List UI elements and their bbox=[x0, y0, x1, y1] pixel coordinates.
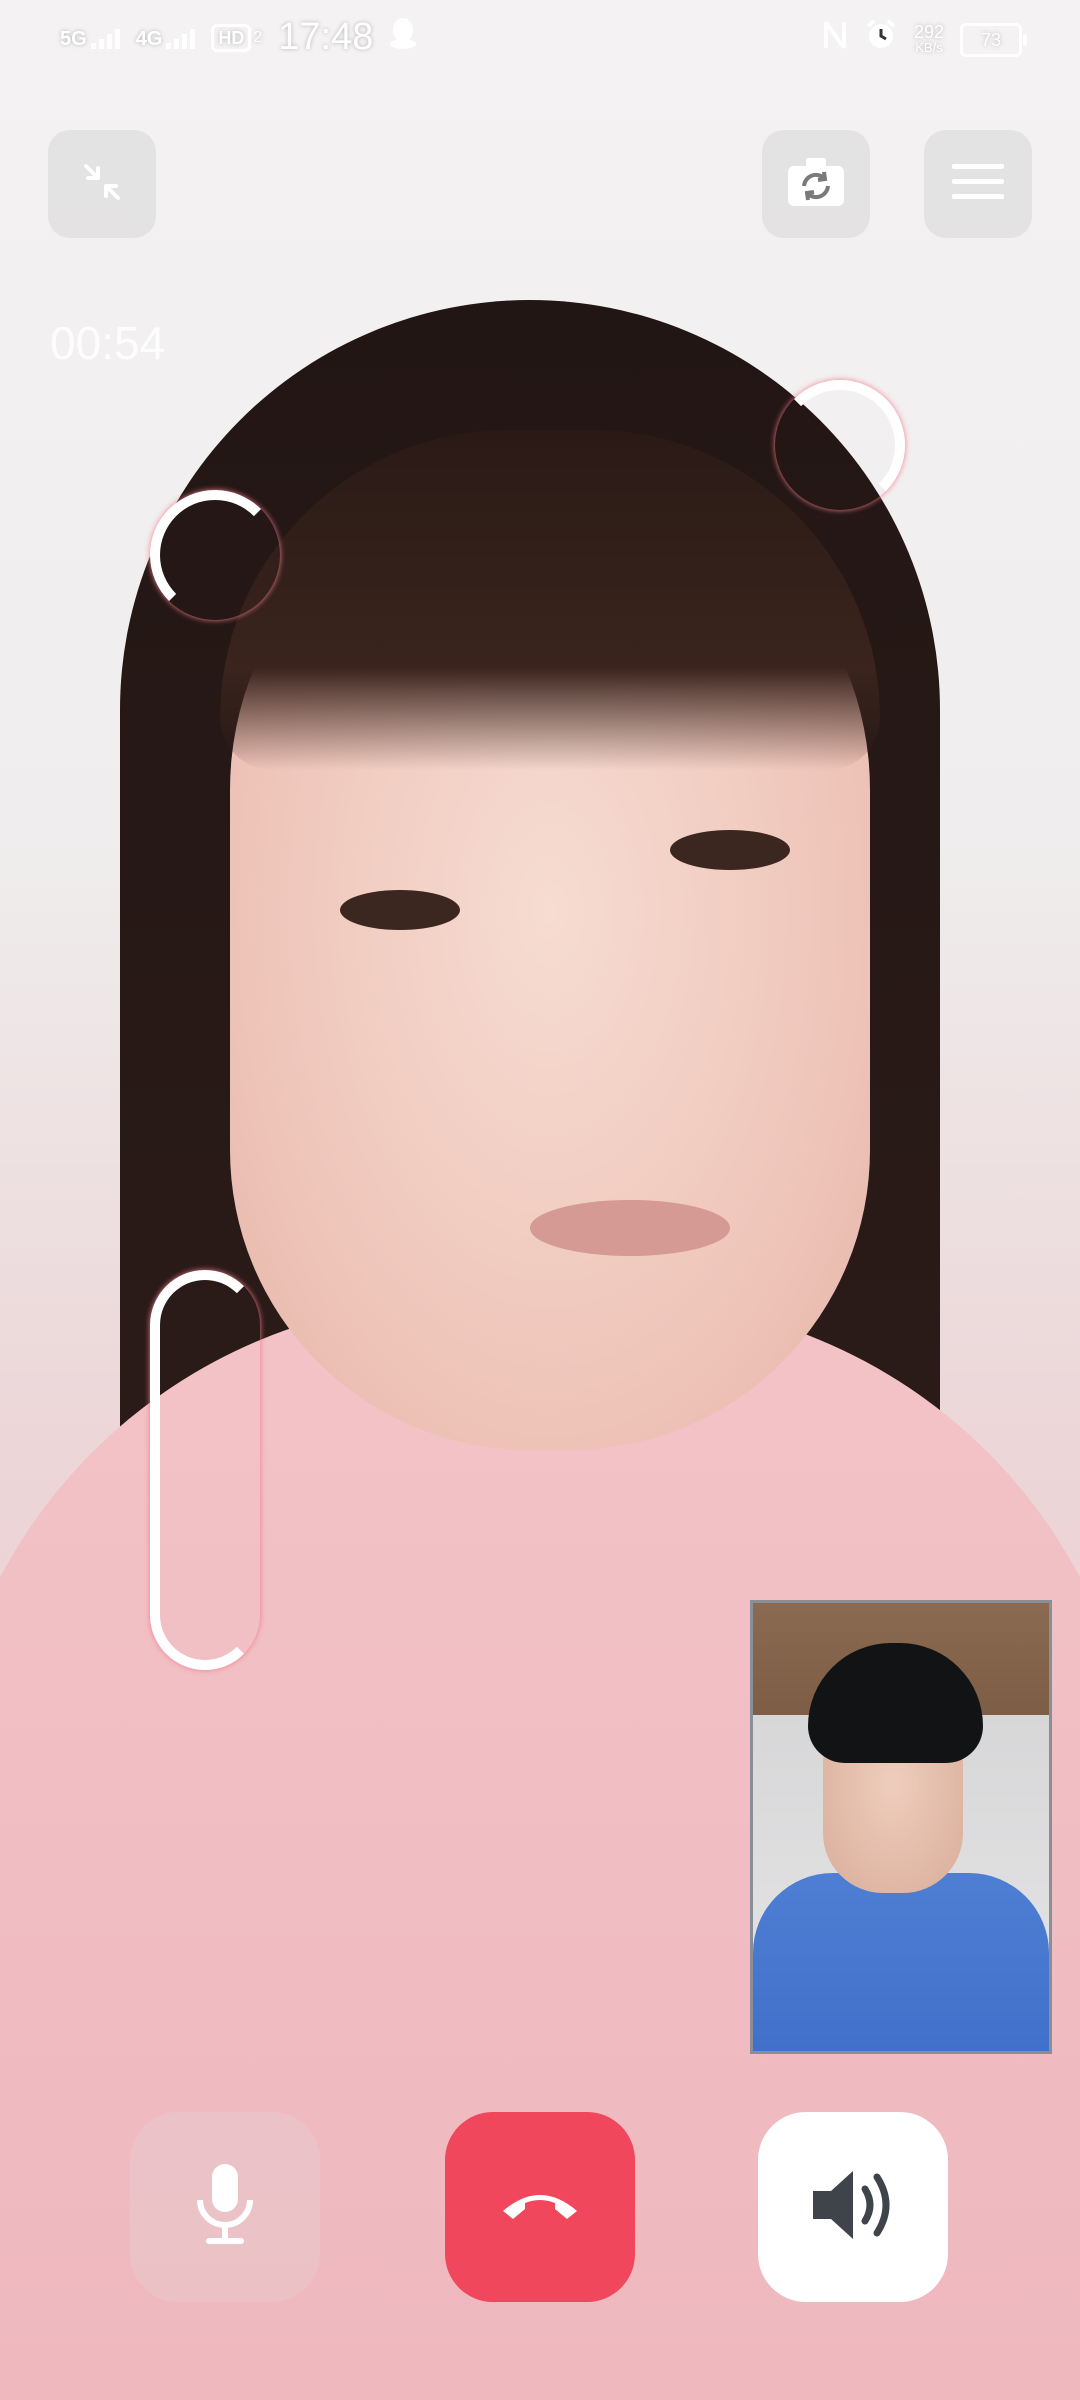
collapse-window-button[interactable] bbox=[48, 130, 156, 238]
collapse-arrows-icon bbox=[78, 158, 126, 211]
network-type-label: 4G bbox=[135, 27, 163, 50]
remote-video-eye-right bbox=[670, 830, 790, 870]
doodle-ear-left bbox=[150, 490, 280, 620]
speaker-icon bbox=[805, 2163, 901, 2252]
menu-button[interactable] bbox=[924, 130, 1032, 238]
signal-bars-icon bbox=[166, 27, 196, 49]
doodle-swirl bbox=[150, 1270, 260, 1670]
local-preview-hair bbox=[808, 1643, 983, 1763]
call-duration-timer: 00:54 bbox=[50, 317, 166, 369]
hd-sub-label: 2 bbox=[253, 28, 263, 46]
speaker-button[interactable] bbox=[758, 2112, 948, 2302]
network-speed-value: 292 bbox=[913, 21, 944, 42]
status-bar-left: 5G 4G HD 2 17:48 bbox=[60, 16, 417, 59]
local-camera-preview[interactable] bbox=[750, 1600, 1052, 2054]
signal-4g-indicator: 4G bbox=[136, 27, 196, 49]
phone-hangup-icon bbox=[497, 2185, 583, 2230]
remote-video-lips bbox=[530, 1200, 730, 1256]
switch-camera-icon bbox=[784, 154, 848, 215]
signal-bars-icon bbox=[90, 27, 120, 49]
remote-video-eye-left bbox=[340, 890, 460, 930]
hang-up-button[interactable] bbox=[445, 2112, 635, 2302]
status-time: 17:48 bbox=[278, 16, 374, 58]
hamburger-menu-icon bbox=[950, 158, 1006, 211]
doodle-ear-right bbox=[775, 380, 905, 510]
network-type-label: 5G bbox=[60, 27, 87, 50]
status-bar: 5G 4G HD 2 17:48 292 KB/s 73 bbox=[0, 0, 1080, 80]
battery-indicator: 73 bbox=[960, 22, 1027, 57]
hd-voice-indicator: HD 2 bbox=[211, 23, 263, 52]
local-preview-shirt bbox=[753, 1873, 1049, 2051]
qq-notification-icon bbox=[389, 16, 417, 59]
mute-microphone-button[interactable] bbox=[130, 2112, 320, 2302]
hd-label: HD bbox=[211, 23, 252, 52]
nfc-icon bbox=[822, 18, 848, 61]
network-speed: 292 KB/s bbox=[913, 21, 944, 56]
network-speed-unit: KB/s bbox=[915, 39, 943, 55]
switch-camera-button[interactable] bbox=[762, 130, 870, 238]
microphone-icon bbox=[190, 2160, 260, 2255]
alarm-icon bbox=[864, 18, 898, 61]
status-bar-right: 292 KB/s 73 bbox=[822, 18, 1027, 61]
signal-5g-indicator: 5G bbox=[60, 27, 120, 49]
